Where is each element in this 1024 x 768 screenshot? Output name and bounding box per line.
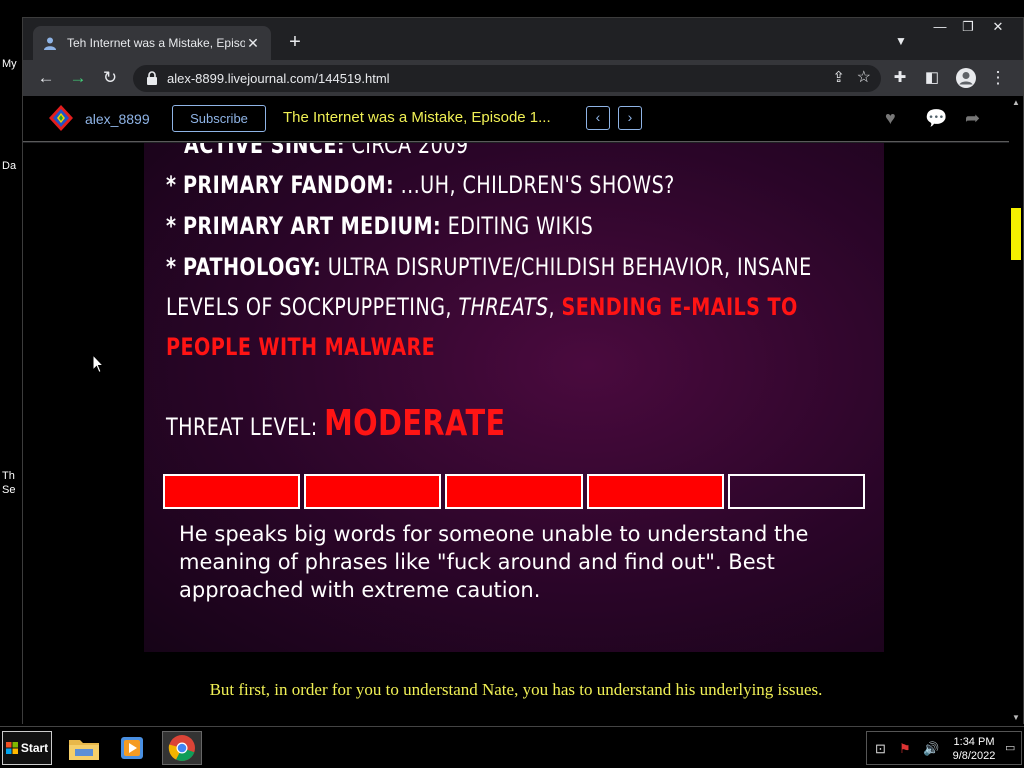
browser-window: Teh Internet was a Mistake, Episode ✕ + … [22, 17, 1024, 724]
threat-level-label: THREAT LEVEL: [166, 413, 318, 441]
network-icon[interactable]: ⊡ [875, 741, 886, 757]
active-since-label: ACTIVE SINCE: [184, 143, 345, 159]
pathology-label: PATHOLOGY: [182, 253, 322, 281]
forward-arrow-icon[interactable]: → [67, 67, 89, 89]
pathology-emails: SENDING E-MAILS TO [561, 293, 798, 321]
fandom-line: * PRIMARY FANDOM: ...UH, CHILDREN'S SHOW… [166, 171, 675, 199]
bookmark-star-icon[interactable]: ☆ [857, 67, 871, 87]
minimize-button[interactable]: — [926, 18, 954, 38]
bullet: * [166, 212, 177, 240]
active-since-line: ACTIVE SINCE: CIRCA 2009 [184, 143, 468, 159]
tab-close-icon[interactable]: ✕ [245, 35, 261, 52]
lock-icon [147, 71, 157, 85]
browser-toolbar: ← → ↻ alex-8899.livejournal.com/144519.h… [23, 60, 1023, 96]
clock[interactable]: 1:34 PM 9/8/2022 [947, 735, 1001, 763]
tab-title: Teh Internet was a Mistake, Episode [67, 36, 245, 50]
tab-strip: Teh Internet was a Mistake, Episode ✕ + … [23, 18, 1023, 60]
threat-level-line: THREAT LEVEL: MODERATE [166, 403, 506, 444]
chrome-taskbar-icon[interactable] [162, 731, 202, 765]
desktop-icons: My Da Th Se [0, 0, 24, 724]
threat-level-value: MODERATE [324, 403, 506, 444]
chrome-icon [168, 735, 195, 761]
pathology-comma: , [548, 293, 556, 321]
share-icon[interactable]: ⇪ [832, 68, 845, 86]
bullet: * [166, 171, 177, 199]
volume-icon[interactable]: 🔊 [923, 741, 939, 757]
next-entry-button[interactable]: › [618, 106, 642, 130]
side-panel-icon[interactable]: ◧ [921, 67, 943, 89]
threat-segment-filled [163, 474, 301, 509]
medium-line: * PRIMARY ART MEDIUM: EDITING WIKIS [166, 212, 593, 240]
close-window-button[interactable]: ✕ [984, 18, 1012, 38]
threat-segment-filled [586, 474, 724, 509]
play-icon [121, 737, 143, 759]
scrollbar[interactable]: ▲ ▼ [1009, 96, 1023, 724]
reload-icon[interactable]: ↻ [99, 67, 121, 89]
active-tab[interactable]: Teh Internet was a Mistake, Episode ✕ [33, 26, 271, 60]
subscribe-button[interactable]: Subscribe [172, 105, 266, 132]
screencap-image: ACTIVE SINCE: CIRCA 2009 * PRIMARY FANDO… [144, 143, 884, 652]
address-bar[interactable]: alex-8899.livejournal.com/144519.html ⇪ … [133, 65, 881, 92]
pathology-threats: THREATS [458, 293, 549, 321]
system-tray: ⊡ ⚑ 🔊 1:34 PM 9/8/2022 ▭ [866, 731, 1022, 765]
livejournal-header: alex_8899 Subscribe The Internet was a M… [23, 96, 1023, 142]
desktop-icon-label[interactable]: Th [2, 470, 15, 482]
action-center-flag-icon[interactable]: ⚑ [899, 741, 911, 757]
scroll-down-arrow-icon[interactable]: ▼ [1012, 713, 1020, 722]
taskbar: Start ⊡ ⚑ 🔊 1:34 PM 9/8/2022 ▭ [0, 726, 1024, 768]
desktop: My Da Th Se Teh Internet was a Mistake, … [0, 0, 1024, 768]
active-since-value: CIRCA 2009 [351, 143, 469, 159]
file-explorer-icon[interactable] [64, 731, 104, 765]
user-avatar[interactable] [47, 103, 75, 133]
desktop-icon-label[interactable]: Se [2, 484, 15, 496]
threat-segment-filled [304, 474, 442, 509]
pathology-value-2a: LEVELS OF SOCKPUPPETING, [166, 293, 452, 321]
user-favicon-icon [44, 37, 56, 50]
profile-avatar-icon[interactable] [955, 67, 977, 89]
prev-entry-button[interactable]: ‹ [586, 106, 610, 130]
pathology-line-1: * PATHOLOGY: ULTRA DISRUPTIVE/CHILDISH B… [166, 253, 812, 281]
windows-logo-icon [5, 742, 18, 754]
show-desktop-icon[interactable]: ▭ [1005, 741, 1015, 754]
pathology-line-2: LEVELS OF SOCKPUPPETING, THREATS, SENDIN… [166, 293, 798, 321]
desktop-icon-label[interactable]: My [2, 58, 17, 70]
desktop-icon-label[interactable]: Da [2, 160, 16, 172]
new-tab-button[interactable]: + [285, 32, 305, 52]
start-label: Start [20, 741, 49, 755]
threat-segment-empty [727, 474, 865, 509]
scroll-up-arrow-icon[interactable]: ▲ [1012, 98, 1020, 107]
clock-time: 1:34 PM [953, 736, 995, 748]
share-arrow-icon[interactable]: ➦ [965, 108, 980, 129]
username-link[interactable]: alex_8899 [85, 111, 150, 127]
folder-icon [69, 740, 99, 760]
comment-icon[interactable]: 💬 [925, 108, 947, 129]
url-text[interactable]: alex-8899.livejournal.com/144519.html [167, 71, 390, 86]
pathology-line-3: PEOPLE WITH MALWARE [166, 333, 436, 361]
start-button[interactable]: Start [2, 731, 52, 765]
medium-label: PRIMARY ART MEDIUM: [182, 212, 442, 240]
pathology-value-1: ULTRA DISRUPTIVE/CHILDISH BEHAVIOR, INSA… [327, 253, 812, 281]
mouse-cursor-icon [92, 354, 104, 374]
post-title: The Internet was a Mistake, Episode 1... [283, 109, 551, 126]
clock-date: 9/8/2022 [952, 750, 996, 762]
threat-segment-filled [445, 474, 583, 509]
fandom-value: ...UH, CHILDREN'S SHOWS? [400, 171, 675, 199]
extensions-puzzle-icon[interactable]: ✚ [889, 67, 911, 89]
fandom-label: PRIMARY FANDOM: [182, 171, 395, 199]
tab-search-chevron-icon[interactable]: ▼ [895, 34, 907, 48]
medium-value: EDITING WIKIS [447, 212, 594, 240]
heart-icon[interactable]: ♥ [885, 108, 896, 129]
media-player-icon[interactable] [112, 731, 152, 765]
kebab-menu-icon[interactable]: ⋮ [987, 67, 1009, 89]
post-caption: But first, in order for you to understan… [209, 680, 823, 699]
description-text: He speaks big words for someone unable t… [179, 522, 809, 602]
back-arrow-icon[interactable]: ← [35, 67, 57, 89]
scrollbar-thumb[interactable] [1011, 208, 1021, 260]
maximize-button[interactable]: ❐ [954, 18, 982, 38]
bullet: * [166, 253, 177, 281]
page-content: ACTIVE SINCE: CIRCA 2009 * PRIMARY FANDO… [23, 143, 1009, 724]
threat-level-meter [163, 474, 865, 509]
